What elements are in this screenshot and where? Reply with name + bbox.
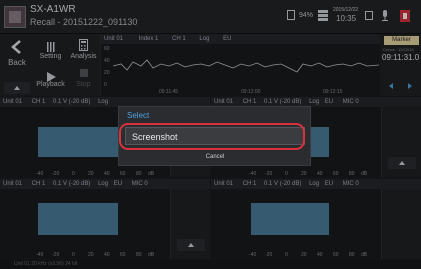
highlight-ring	[119, 123, 305, 150]
cancel-button[interactable]: Cancel	[125, 151, 305, 163]
dialog-title: Select	[127, 111, 150, 120]
